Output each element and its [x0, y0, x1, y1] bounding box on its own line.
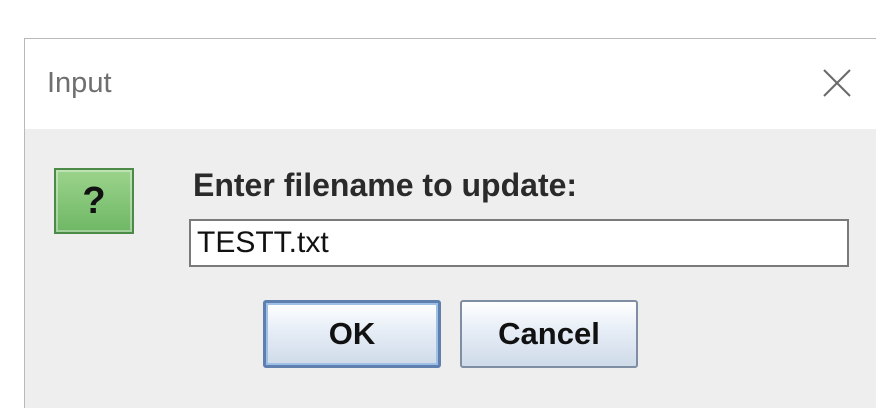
- question-icon: ?: [54, 168, 134, 234]
- dialog-content: ? Enter filename to update: OK Cancel: [25, 129, 876, 408]
- input-dialog: Input ? Enter filename to update: OK Can…: [24, 38, 876, 408]
- question-mark-glyph: ?: [82, 180, 106, 222]
- filename-input[interactable]: [189, 219, 849, 267]
- cancel-button[interactable]: Cancel: [460, 300, 638, 368]
- dialog-title: Input: [47, 67, 112, 99]
- ok-button[interactable]: OK: [263, 300, 441, 368]
- dialog-titlebar[interactable]: Input: [25, 39, 876, 129]
- close-icon[interactable]: [821, 67, 853, 99]
- prompt-label: Enter filename to update:: [193, 167, 578, 203]
